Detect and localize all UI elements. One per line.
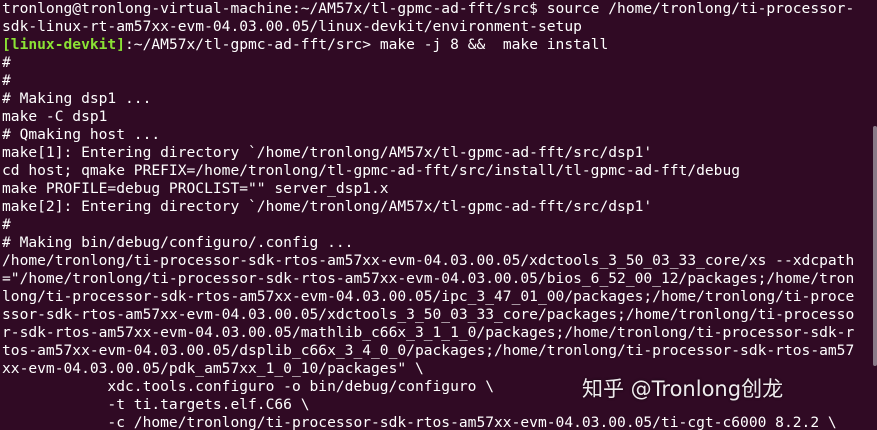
- terminal-line: long/ti-processor-sdk-rtos-am57xx-evm-04…: [2, 288, 855, 305]
- terminal-scrollbar[interactable]: [873, 126, 877, 366]
- terminal-window[interactable]: tronlong@tronlong-virtual-machine:~/AM57…: [0, 0, 877, 430]
- terminal-line: r-sdk-rtos-am57xx-evm-04.03.00.05/mathli…: [2, 324, 855, 341]
- terminal-line: cd host; qmake PREFIX=/home/tronlong/tl-…: [2, 162, 741, 179]
- terminal-line: tos-am57xx-evm-04.03.00.05/dsplib_c66x_3…: [2, 342, 855, 359]
- terminal-line: make[1]: Entering directory `/home/tronl…: [2, 144, 653, 161]
- terminal-line: #: [2, 54, 11, 71]
- terminal-line: #: [2, 72, 11, 89]
- prompt-path: :~/AM57x/tl-gpmc-ad-fft/src>: [125, 36, 380, 53]
- terminal-line: -c /home/tronlong/ti-processor-sdk-rtos-…: [2, 414, 837, 430]
- zhihu-watermark: 知乎 @Tronlong创龙: [582, 377, 784, 401]
- prompt-env-label: [linux-devkit]: [2, 36, 126, 53]
- terminal-line: /home/tronlong/ti-processor-sdk-rtos-am5…: [2, 252, 855, 269]
- terminal-line: tronlong@tronlong-virtual-machine:~/AM57…: [2, 0, 855, 17]
- terminal-line: make[2]: Entering directory `/home/tronl…: [2, 198, 653, 215]
- terminal-line: # Qmaking host ...: [2, 126, 161, 143]
- terminal-line: ssor-sdk-rtos-am57xx-evm-04.03.00.05/xdc…: [2, 306, 855, 323]
- terminal-line: #: [2, 216, 11, 233]
- terminal-line: # Making bin/debug/configuro/.config ...: [2, 234, 354, 251]
- terminal-line: sdk-linux-rt-am57xx-evm-04.03.00.05/linu…: [2, 18, 582, 35]
- terminal-line: xx-evm-04.03.00.05/pdk_am57xx_1_0_10/pac…: [2, 360, 424, 377]
- prompt-line: [linux-devkit]:~/AM57x/tl-gpmc-ad-fft/sr…: [2, 36, 608, 54]
- terminal-line: make -C dsp1: [2, 108, 108, 125]
- terminal-line: ="/home/tronlong/ti-processor-sdk-rtos-a…: [2, 270, 855, 287]
- prompt-command: make -j 8 && make install: [379, 36, 609, 53]
- terminal-line: -t ti.targets.elf.C66 \: [2, 396, 310, 413]
- terminal-line: make PROFILE=debug PROCLIST="" server_ds…: [2, 180, 389, 197]
- terminal-line: xdc.tools.configuro -o bin/debug/configu…: [2, 378, 495, 395]
- terminal-line: # Making dsp1 ...: [2, 90, 152, 107]
